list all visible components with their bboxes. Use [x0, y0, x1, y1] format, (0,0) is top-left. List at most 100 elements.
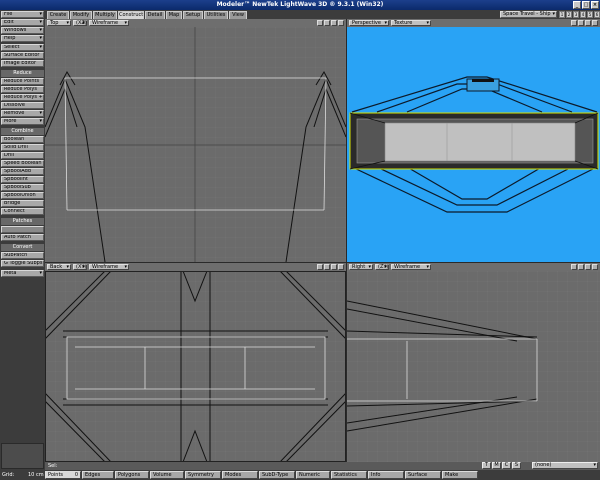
viewport-top-toolbar: Top (XZ) Wireframe	[45, 19, 346, 27]
close-button[interactable]: ×	[591, 1, 599, 9]
maximize-view-icon[interactable]	[338, 264, 344, 270]
view-select-right[interactable]: Right	[349, 264, 373, 270]
info-button[interactable]: Info	[368, 471, 404, 479]
rotate-view-icon[interactable]	[578, 264, 584, 270]
vertex-map-select[interactable]: (none)	[532, 462, 598, 469]
rotate-view-icon[interactable]	[324, 20, 330, 26]
more-menu[interactable]: More	[1, 118, 44, 125]
bridge-button[interactable]: Bridge	[1, 200, 44, 207]
boolean-button[interactable]: Boolean	[1, 136, 44, 143]
layer-5-button[interactable]: 5	[587, 11, 593, 18]
spboolsub-button[interactable]: SpBoolSub	[1, 184, 44, 191]
render-mode-right[interactable]: Wireframe	[391, 264, 431, 270]
layer-2-button[interactable]: 2	[566, 11, 572, 18]
render-mode-top[interactable]: Wireframe	[89, 20, 129, 26]
viewport-top[interactable]: Top (XZ) Wireframe	[45, 19, 346, 262]
axis-select-top[interactable]: (XZ)	[73, 20, 87, 26]
spboolunion-button[interactable]: SpBoolUnion	[1, 192, 44, 199]
tab-setup[interactable]: Setup	[183, 11, 203, 19]
spbooladd-button[interactable]: SpBoolAdd	[1, 168, 44, 175]
symmetry-button[interactable]: Symmetry	[185, 471, 221, 479]
dissolve-button[interactable]: Dissolve	[1, 102, 44, 109]
view-select-perspective[interactable]: Perspective	[349, 20, 389, 26]
view-select-top[interactable]: Top	[47, 20, 71, 26]
modes-menu[interactable]: Modes	[222, 471, 258, 479]
reduce-points-button[interactable]: Reduce Points	[1, 78, 44, 85]
speed-boolean-button[interactable]: Speed Boolean	[1, 160, 44, 167]
texture-map-button[interactable]: T	[482, 462, 491, 469]
remove-menu[interactable]: Remove	[1, 110, 44, 117]
color-map-button[interactable]: C	[502, 462, 511, 469]
maximize-view-icon[interactable]	[592, 264, 598, 270]
tab-detail[interactable]: Detail	[145, 11, 165, 19]
maximize-view-icon[interactable]	[592, 20, 598, 26]
tab-map[interactable]: Map	[166, 11, 182, 19]
tab-utilities[interactable]: Utilities	[204, 11, 228, 19]
reduce-polys-button[interactable]: Reduce Polys	[1, 86, 44, 93]
solid-drill-button[interactable]: Solid Drill	[1, 144, 44, 151]
image-editor-button[interactable]: Image Editor	[1, 60, 44, 67]
render-mode-back[interactable]: Wireframe	[89, 264, 129, 270]
subpatch-button[interactable]: SubPatch	[1, 252, 44, 259]
surface-button[interactable]: Surface	[405, 471, 441, 479]
reduce-polys-plus-button[interactable]: Reduce Polys +	[1, 94, 44, 101]
help-menu[interactable]: Help	[1, 35, 44, 42]
layer-1-button[interactable]: 1	[559, 11, 565, 18]
zoom-view-icon[interactable]	[585, 264, 591, 270]
viewport-back[interactable]: Back (XY) Wireframe	[45, 263, 346, 462]
spboolint-button[interactable]: SpBoolInt	[1, 176, 44, 183]
viewport-perspective-toolbar: Perspective Texture	[347, 19, 600, 27]
tab-create[interactable]: Create	[47, 11, 69, 19]
layer-3-button[interactable]: 3	[573, 11, 579, 18]
viewport-back-canvas	[45, 271, 346, 462]
render-mode-perspective[interactable]: Texture	[391, 20, 431, 26]
rotate-view-icon[interactable]	[578, 20, 584, 26]
edges-mode-button[interactable]: Edges	[82, 471, 114, 479]
minimize-button[interactable]: _	[573, 1, 581, 9]
auto-patch-button[interactable]: Auto Patch	[1, 234, 44, 241]
layer-4-button[interactable]: 4	[580, 11, 586, 18]
toggle-subps-button[interactable]: G Toggle Subps	[1, 260, 44, 267]
layer-6-button[interactable]: 6	[594, 11, 600, 18]
tab-view[interactable]: View	[229, 11, 247, 19]
polygons-mode-button[interactable]: Polygons	[115, 471, 149, 479]
viewport-perspective[interactable]: Perspective Texture	[347, 19, 600, 262]
statistics-button[interactable]: Statistics	[331, 471, 367, 479]
meta-menu[interactable]: Meta	[1, 270, 44, 277]
surface-editor-button[interactable]: Surface Editor	[1, 52, 44, 59]
edit-menu[interactable]: Edit	[1, 19, 44, 26]
points-mode-button[interactable]: Points 0	[45, 471, 81, 479]
connect-button[interactable]: Connect	[1, 208, 44, 215]
move-view-icon[interactable]	[571, 20, 577, 26]
volume-button[interactable]: Volume	[150, 471, 184, 479]
file-menu[interactable]: File	[1, 11, 44, 18]
viewport-right-canvas	[347, 271, 600, 462]
scene-selector[interactable]: Space Travel - Ship	[500, 11, 557, 18]
move-view-icon[interactable]	[571, 264, 577, 270]
maximize-button[interactable]: □	[582, 1, 590, 9]
tab-construct[interactable]: Construct	[118, 11, 144, 19]
tab-multiply[interactable]: Multiply	[93, 11, 117, 19]
numeric-button[interactable]: Numeric	[296, 471, 330, 479]
axis-select-back[interactable]: (XY)	[73, 264, 87, 270]
select-menu[interactable]: Select	[1, 44, 44, 51]
layer-buttons: 1 2 3 4 5 6 7 8 9 10	[559, 11, 600, 18]
move-view-icon[interactable]	[317, 264, 323, 270]
points-mode-label: Points	[48, 472, 64, 478]
move-view-icon[interactable]	[317, 20, 323, 26]
zoom-view-icon[interactable]	[331, 20, 337, 26]
zoom-view-icon[interactable]	[585, 20, 591, 26]
axis-select-right[interactable]: (ZY)	[375, 264, 389, 270]
drill-button[interactable]: Drill	[1, 152, 44, 159]
zoom-view-icon[interactable]	[331, 264, 337, 270]
viewport-right[interactable]: Right (ZY) Wireframe	[347, 263, 600, 462]
subd-type-menu[interactable]: SubD-Type	[259, 471, 295, 479]
make-button[interactable]: Make	[442, 471, 478, 479]
rotate-view-icon[interactable]	[324, 264, 330, 270]
material-map-button[interactable]: M	[492, 462, 501, 469]
view-select-back[interactable]: Back	[47, 264, 71, 270]
maximize-view-icon[interactable]	[338, 20, 344, 26]
selection-set-button[interactable]: S	[512, 462, 521, 469]
tab-modify[interactable]: Modify	[70, 11, 92, 19]
windows-menu[interactable]: Windows	[1, 27, 44, 34]
